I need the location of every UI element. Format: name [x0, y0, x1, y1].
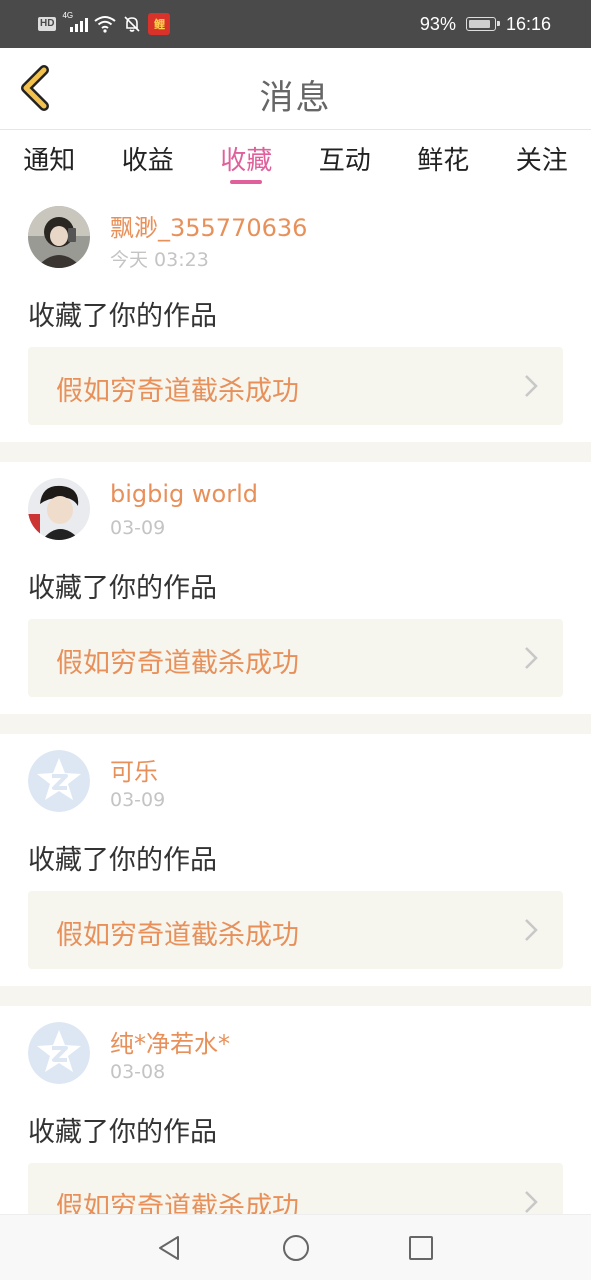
timestamp: 03-09 [110, 789, 166, 811]
battery-level [468, 20, 490, 28]
work-title: 假如穷奇道截杀成功 [56, 648, 299, 679]
page-title: 消息 [259, 78, 332, 118]
cellular-signal-icon: 4G [62, 11, 89, 34]
action-text: 收藏了你的作品 [28, 1117, 217, 1148]
hd-badge: HD [38, 17, 57, 31]
status-right: 93% 16:16 [420, 0, 551, 48]
default-avatar-icon[interactable] [28, 750, 90, 812]
tab-favorites[interactable]: 收藏 [197, 130, 296, 190]
divider [0, 442, 591, 462]
timestamp: 03-08 [110, 1061, 166, 1083]
list-item: bigbig world 03-09 收藏了你的作品 假如穷奇道截杀成功 [0, 462, 591, 714]
chevron-right-icon [525, 375, 538, 397]
chevron-right-icon [525, 919, 538, 941]
work-link-card[interactable]: 假如穷奇道截杀成功 [28, 891, 563, 969]
action-text: 收藏了你的作品 [28, 845, 217, 876]
timestamp: 03-09 [110, 517, 166, 539]
square-recents-icon[interactable] [406, 1233, 436, 1263]
default-avatar-icon[interactable] [28, 1022, 90, 1084]
message-list[interactable]: 飘渺_355770636 今天 03:23 收藏了你的作品 假如穷奇道截杀成功 … [0, 190, 591, 1214]
work-title: 假如穷奇道截杀成功 [56, 376, 299, 407]
tab-earnings[interactable]: 收益 [99, 130, 198, 190]
list-item: 可乐 03-09 收藏了你的作品 假如穷奇道截杀成功 [0, 734, 591, 986]
username[interactable]: bigbig world [110, 480, 258, 508]
status-left-icons: HD 4G 鲤 [38, 11, 171, 35]
status-bar: HD 4G 鲤 93% 16:16 [0, 0, 591, 48]
header: 消息 [0, 48, 591, 130]
tab-notifications[interactable]: 通知 [0, 130, 99, 190]
app-notification-icon: 鲤 [148, 13, 171, 35]
tab-follows[interactable]: 关注 [493, 130, 591, 190]
clock: 16:16 [505, 13, 551, 34]
system-nav-bar [0, 1214, 591, 1280]
action-text: 收藏了你的作品 [28, 301, 217, 332]
action-text: 收藏了你的作品 [28, 573, 217, 604]
chevron-right-icon [525, 647, 538, 669]
divider [0, 714, 591, 734]
tab-bar: 通知 收益 收藏 互动 鲜花 关注 [0, 130, 591, 190]
chevron-right-icon [525, 1191, 538, 1213]
work-link-card[interactable]: 假如穷奇道截杀成功 [28, 1163, 563, 1214]
wifi-icon [94, 16, 117, 33]
username[interactable]: 纯*净若水* [110, 1024, 230, 1059]
username[interactable]: 飘渺_355770636 [110, 208, 307, 243]
work-link-card[interactable]: 假如穷奇道截杀成功 [28, 619, 563, 697]
user-avatar[interactable] [28, 206, 90, 268]
bell-muted-icon [124, 16, 141, 32]
divider [0, 986, 591, 1006]
timestamp: 今天 03:23 [110, 249, 209, 271]
username[interactable]: 可乐 [110, 752, 158, 787]
work-title: 假如穷奇道截杀成功 [56, 920, 299, 951]
work-title: 假如穷奇道截杀成功 [56, 1192, 299, 1214]
tab-flowers[interactable]: 鲜花 [394, 130, 493, 190]
list-item: 纯*净若水* 03-08 收藏了你的作品 假如穷奇道截杀成功 [0, 1006, 591, 1214]
triangle-back-icon[interactable] [154, 1233, 184, 1263]
circle-home-icon[interactable] [281, 1233, 311, 1263]
work-link-card[interactable]: 假如穷奇道截杀成功 [28, 347, 563, 425]
battery-percent: 93% [419, 13, 456, 34]
battery-icon [465, 17, 500, 31]
user-avatar[interactable] [28, 478, 90, 540]
tab-interactions[interactable]: 互动 [296, 130, 395, 190]
list-item: 飘渺_355770636 今天 03:23 收藏了你的作品 假如穷奇道截杀成功 [0, 190, 591, 442]
